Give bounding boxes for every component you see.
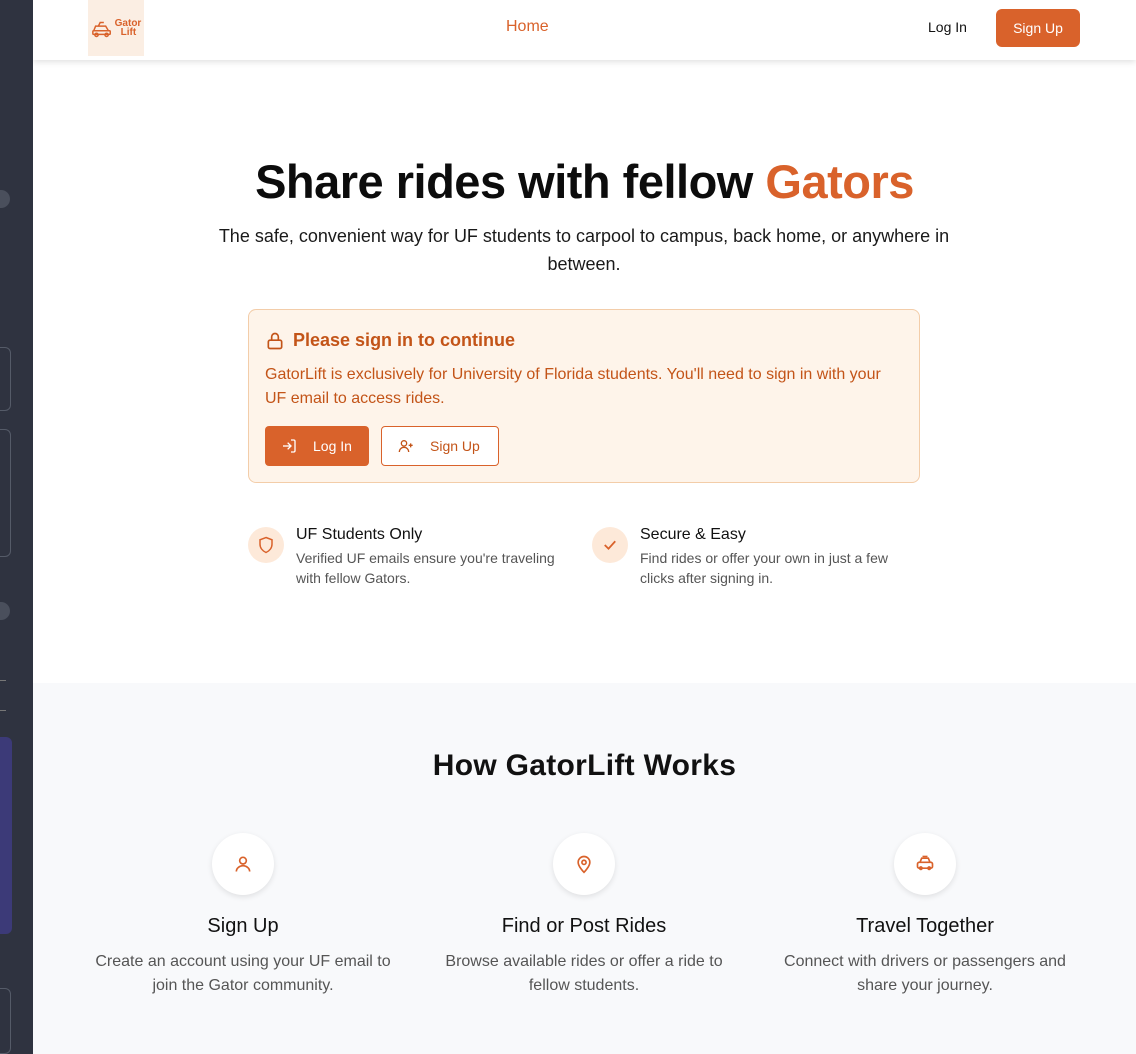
- check-icon: [592, 527, 628, 563]
- avatar: [0, 602, 10, 620]
- notice-title: Please sign in to continue: [293, 330, 516, 350]
- panel-card: [0, 429, 11, 557]
- divider: [0, 680, 6, 681]
- step-desc: Browse available rides or offer a ride t…: [445, 953, 723, 994]
- avatar: [0, 190, 10, 208]
- panel-card: [0, 347, 11, 411]
- hero-title: Share rides with fellow Gators: [33, 154, 1136, 209]
- feature-desc: Verified UF emails ensure you're traveli…: [296, 550, 555, 586]
- panel-card: [0, 988, 11, 1054]
- notice-text: GatorLift is exclusively for University …: [265, 366, 881, 407]
- step-title: Travel Together: [856, 915, 994, 937]
- sign-in-notice: Please sign in to continue GatorLift is …: [248, 309, 920, 483]
- header-login-link[interactable]: Log In: [928, 19, 967, 35]
- user-icon: [212, 833, 274, 895]
- main-page: Gator Lift Home Log In Sign Up Share rid…: [33, 0, 1136, 1054]
- logo-text: Gator Lift: [115, 19, 142, 38]
- notice-signup-button[interactable]: Sign Up: [381, 426, 499, 466]
- step-desc: Create an account using your UF email to…: [95, 953, 391, 994]
- logo-line2: Lift: [120, 27, 137, 38]
- how-title: How GatorLift Works: [432, 749, 737, 782]
- background-app-strip: [0, 0, 33, 1054]
- feature-desc: Find rides or offer your own in just a f…: [640, 550, 888, 586]
- panel-card: [0, 737, 12, 934]
- step-desc: Connect with drivers or passengers and s…: [784, 953, 1066, 994]
- step-title: Sign Up: [207, 915, 279, 937]
- lock-icon: [265, 331, 285, 356]
- step-find-rides: Find or Post Rides Browse available ride…: [424, 833, 744, 998]
- car-icon: [894, 833, 956, 895]
- notice-signup-label: Sign Up: [430, 438, 480, 454]
- notice-login-button[interactable]: Log In: [265, 426, 369, 466]
- top-navbar: Gator Lift Home Log In Sign Up: [33, 0, 1136, 60]
- log-in-icon: [283, 439, 296, 453]
- logo[interactable]: Gator Lift: [88, 0, 144, 56]
- nav-home-link[interactable]: Home: [506, 18, 549, 36]
- hero-title-accent: Gators: [765, 155, 914, 208]
- header-signup-button[interactable]: Sign Up: [996, 9, 1080, 47]
- step-sign-up: Sign Up Create an account using your UF …: [83, 833, 403, 998]
- hero-subtitle: The safe, convenient way for UF students…: [218, 226, 950, 274]
- divider: [0, 710, 6, 711]
- user-plus-icon: [398, 440, 413, 453]
- how-it-works-section: How GatorLift Works Sign Up Create an ac…: [33, 683, 1136, 1054]
- notice-login-label: Log In: [313, 438, 352, 454]
- feature-title: UF Students Only: [296, 526, 423, 543]
- step-title: Find or Post Rides: [501, 915, 667, 937]
- step-travel-together: Travel Together Connect with drivers or …: [765, 833, 1085, 998]
- hero-title-prefix: Share rides with fellow: [255, 155, 766, 208]
- feature-title: Secure & Easy: [640, 526, 746, 543]
- shield-icon: [248, 527, 284, 563]
- car-logo-icon: [91, 21, 111, 38]
- map-pin-icon: [553, 833, 615, 895]
